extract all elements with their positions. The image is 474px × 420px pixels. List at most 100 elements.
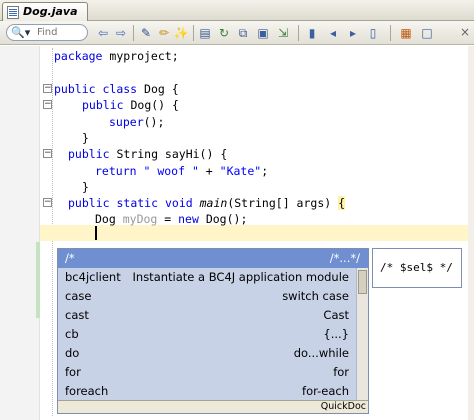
code-text: Dog(); <box>198 212 248 226</box>
highlight-icon[interactable]: ✏ <box>155 24 173 42</box>
current-line-highlight <box>40 225 474 241</box>
text-cursor <box>95 226 97 240</box>
fold-toggle-icon[interactable]: − <box>43 149 52 158</box>
template-list-item[interactable]: for for <box>58 363 354 382</box>
clear-bookmarks-icon[interactable]: ▯ <box>364 24 382 42</box>
template-name: cb <box>65 327 79 341</box>
toolbar-separator <box>133 25 134 41</box>
refresh-icon[interactable]: ↻ <box>215 24 233 42</box>
change-marker <box>36 242 40 318</box>
toolbar-separator <box>390 25 391 41</box>
editor-scrollbar[interactable] <box>468 46 474 420</box>
code-text: = <box>157 212 179 226</box>
code-line: public Dog() { <box>82 97 179 113</box>
code-line: super(); <box>109 114 164 130</box>
keyword: static <box>116 196 159 210</box>
toggle-comment-icon[interactable]: ▤ <box>196 24 214 42</box>
bookmark-icon[interactable]: ▮ <box>303 24 321 42</box>
find-input[interactable] <box>37 26 85 39</box>
code-text: + <box>198 164 220 178</box>
print-icon[interactable]: ▣ <box>254 24 272 42</box>
template-list-item[interactable]: do do...while <box>58 344 354 363</box>
close-icon[interactable]: × <box>460 25 470 39</box>
template-list-item[interactable]: case switch case <box>58 287 354 306</box>
fold-toggle-icon[interactable]: − <box>43 84 52 93</box>
template-list-item[interactable]: cb {...} <box>58 325 354 344</box>
split-icon[interactable]: ▦ <box>397 24 415 42</box>
template-description: Instantiate a BC4J application module <box>132 270 349 284</box>
back-icon[interactable]: ⇦ <box>94 24 112 42</box>
fold-toggle-icon[interactable]: − <box>43 198 52 207</box>
java-file-icon <box>7 6 19 19</box>
window-icon[interactable]: □ <box>418 24 436 42</box>
template-description: {...} <box>323 327 349 341</box>
template-description: switch case <box>282 289 349 303</box>
toolbar-separator <box>298 25 299 41</box>
editor-toolbar: 🔍▾ ⇦ ⇨ ✎ ✏ ✨ ▤ ↻ ⧉ ▣ ⇲ ▮ ◂ ▸ ▯ ▦ □ × <box>0 21 474 45</box>
code-text: (String[] args) <box>227 196 339 210</box>
keyword: public <box>68 147 110 161</box>
code-line: public static void main(String[] args) { <box>68 195 346 211</box>
wand-icon[interactable]: ✨ <box>172 24 190 42</box>
code-text: Dog { <box>137 82 179 96</box>
code-text: Dog() { <box>123 98 179 112</box>
next-bookmark-icon[interactable]: ▸ <box>344 24 362 42</box>
binoculars-icon[interactable]: 🔍▾ <box>11 26 30 39</box>
code-line: } <box>82 180 89 194</box>
matched-brace: { <box>338 196 346 210</box>
keyword: class <box>102 82 138 96</box>
template-description: Cast <box>323 308 349 322</box>
template-description: do...while <box>293 346 349 360</box>
code-line: } <box>82 131 89 145</box>
keyword: new <box>178 212 199 226</box>
template-description: /*...*/ <box>329 251 360 265</box>
code-line: Dog myDog = new Dog(); <box>95 211 247 227</box>
code-text: ; <box>261 164 269 178</box>
popup-scrollbar[interactable] <box>356 268 368 400</box>
string-literal: "Kate" <box>219 164 262 178</box>
editor-tab-strip: Dog.java <box>0 0 474 22</box>
tab-dog-java[interactable]: Dog.java <box>2 2 88 22</box>
code-text: (); <box>143 115 165 129</box>
popup-scroll-thumb[interactable] <box>358 270 367 294</box>
template-name: case <box>65 289 92 303</box>
template-name: /* <box>65 251 75 265</box>
popup-footer: QuickDoc <box>58 400 368 413</box>
prev-bookmark-icon[interactable]: ◂ <box>324 24 342 42</box>
export-icon[interactable]: ⇲ <box>274 24 292 42</box>
quickdoc-link[interactable]: QuickDoc <box>321 401 366 412</box>
popup-selected-item[interactable]: /* /*...*/ <box>58 249 368 268</box>
template-list-item[interactable]: foreach for-each <box>58 382 354 401</box>
code-text: String sayHi() { <box>109 147 228 161</box>
template-name: cast <box>65 308 89 322</box>
forward-icon[interactable]: ⇨ <box>112 24 130 42</box>
string-literal: " woof " <box>143 164 199 178</box>
code-line: package myproject; <box>54 48 179 64</box>
template-list-item[interactable]: cast Cast <box>58 306 354 325</box>
template-preview-text: /* $sel$ */ <box>380 261 453 274</box>
keyword: void <box>164 196 193 210</box>
template-name: bc4jclient <box>65 270 121 284</box>
template-preview: /* $sel$ */ <box>372 248 462 288</box>
fold-toggle-icon[interactable]: − <box>43 100 52 109</box>
tab-title: Dog.java <box>23 5 78 18</box>
compare-icon[interactable]: ⧉ <box>234 24 252 42</box>
code-line: public class Dog { <box>54 81 179 97</box>
keyword: public <box>82 98 124 112</box>
template-list-item[interactable]: bc4jclient Instantiate a BC4J application… <box>58 268 354 287</box>
editor-gutter <box>0 46 40 420</box>
code-line: return " woof " + "Kate"; <box>95 163 268 179</box>
code-text: Dog <box>95 212 116 226</box>
code-template-popup[interactable]: /* /*...*/ bc4jclient Instantiate a BC4J … <box>57 248 369 414</box>
keyword: package <box>54 49 103 63</box>
method-name: main <box>199 196 228 210</box>
edit-icon[interactable]: ✎ <box>137 24 155 42</box>
keyword: public <box>54 82 96 96</box>
template-name: foreach <box>65 384 109 398</box>
template-description: for <box>333 365 349 379</box>
keyword: super <box>109 115 144 129</box>
keyword: return <box>95 164 137 178</box>
code-text: myproject; <box>102 49 179 63</box>
template-name: do <box>65 346 80 360</box>
find-field[interactable]: 🔍▾ <box>6 24 88 41</box>
